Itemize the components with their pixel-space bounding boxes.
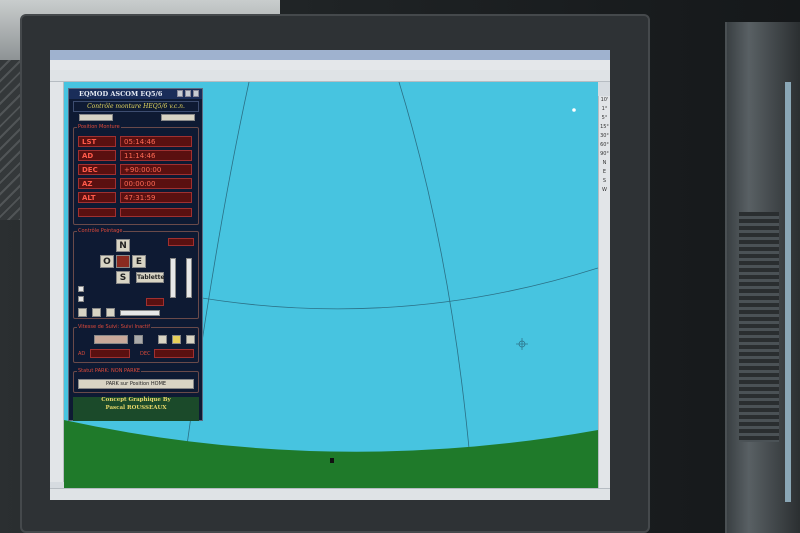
speed-bar[interactable] — [120, 310, 160, 316]
ra-rate-slider[interactable] — [170, 258, 176, 298]
park-section-title: Statut PARK: NON PARKE — [77, 368, 142, 374]
zoom-10min[interactable]: 10' — [599, 96, 610, 105]
orientation-label — [78, 208, 116, 217]
view-north[interactable]: N — [599, 159, 610, 168]
alt-value: 47:31:59 — [120, 192, 192, 203]
west-button[interactable]: O — [100, 255, 114, 268]
tracking-stop-button[interactable] — [94, 335, 128, 344]
app-statusbar — [50, 488, 610, 500]
lst-value: 05:14:46 — [120, 136, 192, 147]
sun-tracking-icon[interactable] — [172, 335, 181, 344]
tower-vent — [739, 212, 779, 442]
dec-value: +90:00:00 — [120, 164, 192, 175]
north-button[interactable]: N — [116, 239, 130, 252]
options-button[interactable] — [161, 114, 195, 121]
zoom-60deg[interactable]: 60° — [599, 141, 610, 150]
az-value: 00:00:00 — [120, 178, 192, 189]
close-icon[interactable] — [193, 90, 199, 97]
tracking-ad-value[interactable] — [90, 349, 130, 358]
orientation-value — [120, 208, 192, 217]
rate-value — [146, 298, 164, 306]
zoom-1deg[interactable]: 1° — [599, 105, 610, 114]
zoom-15deg[interactable]: 15° — [599, 123, 610, 132]
maximize-icon[interactable] — [185, 90, 191, 97]
zoom-90deg[interactable]: 90° — [599, 150, 610, 159]
tool-icon[interactable] — [92, 308, 101, 317]
zoom-30deg[interactable]: 30° — [599, 132, 610, 141]
stop-button[interactable] — [116, 255, 130, 268]
app-menubar — [50, 60, 610, 70]
eqmod-titlebar: EQMOD ASCOM EQ5/6 — [69, 89, 202, 99]
view-south[interactable]: S — [599, 177, 610, 186]
ad-label: AD — [78, 150, 116, 161]
credit-line-2: Pascal ROUSSEAUX — [105, 404, 167, 411]
pointing-section-title: Contrôle Pointage — [77, 228, 124, 234]
park-home-button[interactable]: PARK sur Position HOME — [78, 379, 194, 389]
moon-tracking-icon[interactable] — [158, 335, 167, 344]
credit-box: Concept Graphique By Pascal ROUSSEAUX — [73, 397, 199, 421]
dec-rate-slider[interactable] — [186, 258, 192, 298]
monitor-brand-logo — [286, 506, 376, 520]
left-tool-strip — [50, 82, 64, 482]
tracking-dec-label: DEC — [140, 351, 151, 357]
connect-button[interactable] — [79, 114, 113, 121]
ad-value: 11:14:46 — [120, 150, 192, 161]
tool2-icon[interactable] — [106, 308, 115, 317]
eqmod-panel: EQMOD ASCOM EQ5/6 Contrôle monture HEQ5/… — [68, 88, 203, 421]
app-toolbar — [50, 70, 610, 82]
east-button[interactable]: E — [132, 255, 146, 268]
eqmod-subtitle: Contrôle monture HEQ5/6 v.c.n. — [73, 101, 199, 112]
custom-tracking-icon[interactable] — [186, 335, 195, 344]
tracking-section: Vitesse de Suivi: Suivi Inactif AD DEC — [73, 324, 199, 363]
position-section-title: Position Monture — [77, 124, 121, 130]
tower-stripe — [785, 82, 791, 502]
south-button[interactable]: S — [116, 271, 130, 284]
tracking-dec-value[interactable] — [154, 349, 194, 358]
reverse-ra-checkbox[interactable] — [78, 296, 84, 302]
app-titlebar — [50, 50, 610, 60]
dec-label: DEC — [78, 164, 116, 175]
rate-select[interactable] — [168, 238, 194, 246]
monitor-screen: 10' 1° 5° 15° 30° 60° 90° N E S W EQMOD … — [50, 50, 610, 500]
star-icon — [572, 108, 576, 112]
alt-label: ALT — [78, 192, 116, 203]
tracking-section-title: Vitesse de Suivi: Suivi Inactif — [77, 324, 152, 330]
pointing-section: Contrôle Pointage N O E S Tablette — [73, 228, 199, 319]
minimize-icon[interactable] — [177, 90, 183, 97]
tablette-button[interactable]: Tablette — [136, 272, 165, 283]
credit-line-1: Concept Graphique By — [101, 397, 171, 403]
az-label: AZ — [78, 178, 116, 189]
star-tracking-icon[interactable] — [134, 335, 143, 344]
computer-tower — [725, 22, 800, 533]
zoom-5deg[interactable]: 5° — [599, 114, 610, 123]
park-section: Statut PARK: NON PARKE PARK sur Position… — [73, 368, 199, 393]
right-zoom-strip: 10' 1° 5° 15° 30° 60° 90° N E S W — [598, 96, 610, 496]
position-section: Position Monture LST 05:14:46 AD 11:14:4… — [73, 124, 199, 225]
reverse-dec-checkbox[interactable] — [78, 286, 84, 292]
view-east[interactable]: E — [599, 168, 610, 177]
eqmod-title: EQMOD ASCOM EQ5/6 — [79, 90, 163, 98]
tracking-ad-label: AD — [78, 351, 86, 357]
view-west[interactable]: W — [599, 186, 610, 195]
lst-label: LST — [78, 136, 116, 147]
park-icon[interactable] — [78, 308, 87, 317]
